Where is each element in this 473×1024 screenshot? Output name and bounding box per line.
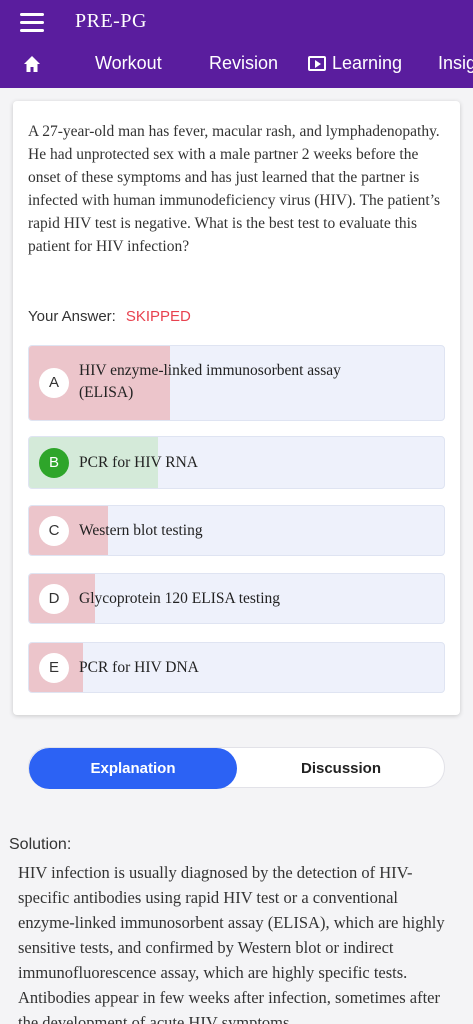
your-answer-label: Your Answer:	[28, 308, 116, 325]
option-b[interactable]: B PCR for HIV RNA	[28, 436, 445, 489]
option-text: Western blot testing	[79, 522, 203, 539]
solution-text: HIV infection is usually diagnosed by th…	[18, 863, 445, 1024]
answer-status: SKIPPED	[125, 308, 191, 325]
option-text: PCR for HIV DNA	[79, 659, 199, 676]
option-c[interactable]: C Western blot testing	[28, 505, 445, 556]
learning-icon	[308, 56, 326, 71]
option-text: PCR for HIV RNA	[79, 454, 198, 471]
option-letter: E	[39, 653, 69, 683]
nav-learning-label: Learning	[332, 53, 403, 73]
option-letter: C	[39, 516, 69, 546]
tab-explanation[interactable]: Explanation	[29, 748, 237, 789]
option-text: HIV enzyme-linked immunosorbent assay (E…	[79, 362, 341, 401]
option-letter: B	[39, 448, 69, 478]
option-text: Glycoprotein 120 ELISA testing	[79, 590, 281, 607]
option-a[interactable]: A HIV enzyme-linked immunosorbent assay …	[28, 345, 445, 421]
app-header: PRE-PG Workout Revision Learning Insig	[0, 0, 473, 88]
app-title: PRE-PG	[75, 10, 147, 32]
nav-revision[interactable]: Revision	[209, 53, 278, 74]
question-card: A 27-year-old man has fever, macular ras…	[13, 101, 460, 715]
solution-tabs: Explanation Discussion	[28, 747, 445, 789]
option-letter: A	[39, 368, 69, 398]
nav-learning[interactable]: Learning	[308, 53, 402, 74]
option-d[interactable]: D Glycoprotein 120 ELISA testing	[28, 573, 445, 624]
tab-discussion[interactable]: Discussion	[237, 748, 445, 789]
your-answer: Your Answer: SKIPPED	[28, 308, 191, 325]
option-e[interactable]: E PCR for HIV DNA	[28, 642, 445, 693]
question-text: A 27-year-old man has fever, macular ras…	[28, 123, 441, 255]
top-nav: Workout Revision Learning Insig	[0, 44, 473, 88]
menu-icon[interactable]	[20, 13, 44, 33]
nav-insights[interactable]: Insig	[438, 53, 473, 74]
nav-workout[interactable]: Workout	[95, 53, 162, 74]
option-letter: D	[39, 584, 69, 614]
solution-label: Solution:	[9, 836, 72, 853]
